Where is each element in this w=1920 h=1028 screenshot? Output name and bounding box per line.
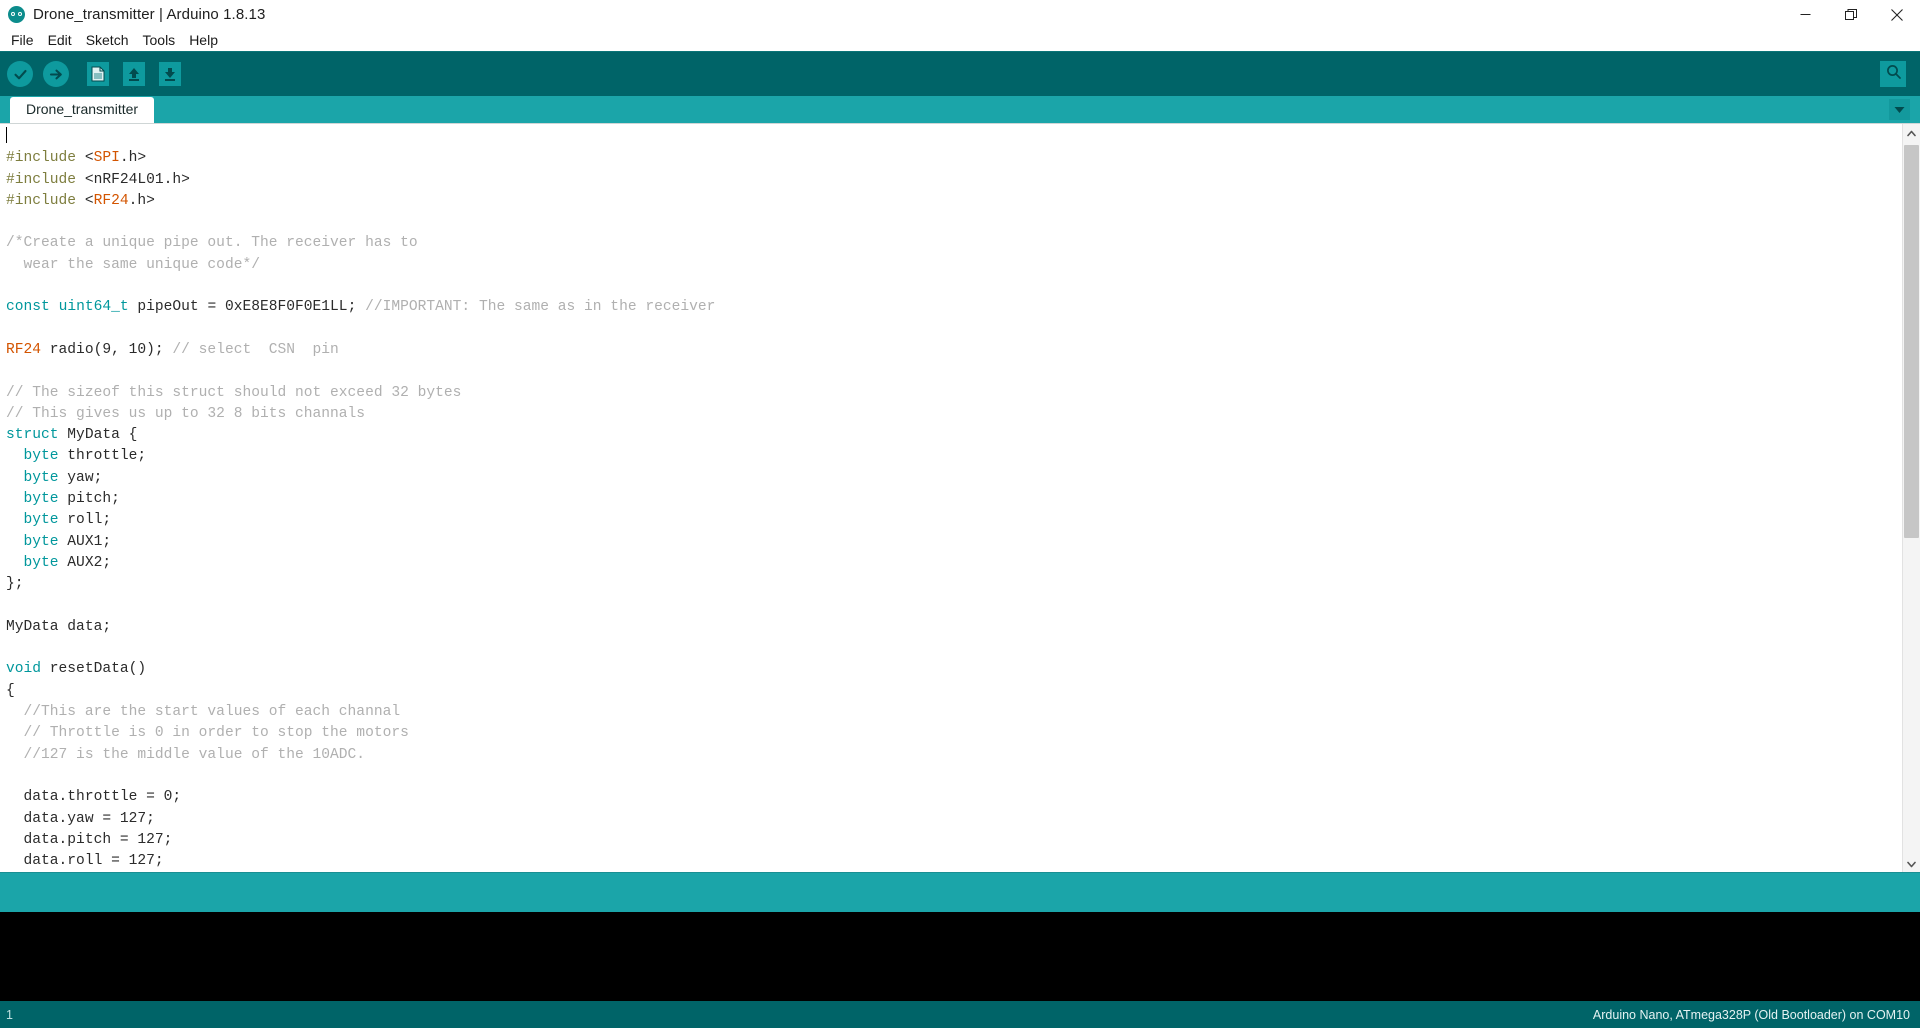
verify-button[interactable]	[5, 59, 35, 89]
menu-bar: File Edit Sketch Tools Help	[0, 29, 1920, 51]
chevron-up-icon	[1907, 124, 1916, 142]
code-line: byte yaw;	[23, 469, 103, 486]
scroll-thumb[interactable]	[1904, 145, 1919, 538]
console-header	[0, 872, 1920, 912]
scroll-up-button[interactable]	[1903, 124, 1920, 141]
magnifier-icon	[1885, 63, 1902, 85]
scroll-track[interactable]	[1903, 141, 1920, 855]
code-line: // The sizeof this struct should not exc…	[6, 384, 462, 401]
cursor-line-number: 1	[6, 1007, 13, 1022]
open-button[interactable]	[119, 59, 149, 89]
upload-button[interactable]	[41, 59, 71, 89]
code-line: wear the same unique code*/	[6, 256, 260, 273]
arrow-right-icon	[43, 61, 69, 87]
toolbar-button-group	[0, 59, 185, 89]
menu-item-help[interactable]: Help	[182, 30, 225, 50]
code-line: const uint64_t pipeOut = 0xE8E8F0F0E1LL;…	[6, 299, 716, 316]
new-document-icon	[87, 62, 109, 86]
arduino-logo-icon	[8, 6, 25, 23]
code-line: byte AUX1;	[23, 533, 112, 550]
code-line: // Throttle is 0 in order to stop the mo…	[6, 725, 409, 742]
chevron-down-icon	[1907, 855, 1916, 873]
code-editor[interactable]: #include <SPI.h> #include <nRF24L01.h> #…	[0, 124, 1902, 872]
code-line: data.yaw = 127;	[6, 810, 155, 827]
window-controls	[1782, 0, 1920, 29]
code-line: data.pitch = 127;	[6, 831, 173, 848]
code-line: struct MyData {	[6, 427, 138, 444]
menu-item-file[interactable]: File	[4, 30, 41, 50]
title-bar: Drone_transmitter | Arduino 1.8.13	[0, 0, 1920, 29]
menu-item-edit[interactable]: Edit	[41, 30, 79, 50]
editor-area: #include <SPI.h> #include <nRF24L01.h> #…	[0, 123, 1920, 872]
tab-menu-button[interactable]	[1889, 99, 1910, 120]
code-line: byte AUX2;	[23, 554, 112, 571]
board-status-label: Arduino Nano, ATmega328P (Old Bootloader…	[1592, 1007, 1910, 1022]
code-line: #include <SPI.h>	[6, 150, 147, 167]
toolbar	[0, 51, 1920, 96]
arrow-up-icon	[123, 62, 145, 86]
status-bar: 1 Arduino Nano, ATmega328P (Old Bootload…	[0, 1001, 1920, 1028]
checkmark-icon	[7, 61, 33, 87]
code-line: byte pitch;	[23, 491, 120, 508]
arduino-ide-window: Drone_transmitter | Arduino 1.8.13 File …	[0, 0, 1920, 1028]
chevron-down-icon	[1894, 101, 1905, 119]
text-caret	[6, 127, 7, 143]
window-title: Drone_transmitter | Arduino 1.8.13	[33, 6, 266, 23]
code-line: // This gives us up to 32 8 bits channal…	[6, 405, 366, 422]
new-button[interactable]	[83, 59, 113, 89]
restore-icon[interactable]	[1828, 0, 1874, 29]
code-line: {	[6, 682, 15, 699]
code-line: #include <nRF24L01.h>	[6, 171, 190, 188]
code-line: };	[6, 576, 24, 593]
code-line: data.roll = 127;	[6, 853, 164, 870]
close-icon[interactable]	[1874, 0, 1920, 29]
code-line: data.throttle = 0;	[6, 789, 182, 806]
code-line: #include <RF24.h>	[6, 192, 155, 209]
code-line: MyData data;	[6, 618, 112, 635]
menu-item-tools[interactable]: Tools	[136, 30, 183, 50]
tab-bar: Drone_transmitter	[0, 96, 1920, 123]
code-line: //This are the start values of each chan…	[6, 704, 401, 721]
serial-monitor-button[interactable]	[1880, 61, 1906, 87]
code-line	[6, 127, 7, 145]
menu-item-sketch[interactable]: Sketch	[79, 30, 136, 50]
scroll-down-button[interactable]	[1903, 855, 1920, 872]
code-line: void resetData()	[6, 661, 147, 678]
save-button[interactable]	[155, 59, 185, 89]
minimize-icon[interactable]	[1782, 0, 1828, 29]
code-line: //127 is the middle value of the 10ADC.	[6, 746, 366, 763]
code-line: /*Create a unique pipe out. The receiver…	[6, 235, 418, 252]
code-line: RF24 radio(9, 10); // select CSN pin	[6, 341, 339, 358]
source-code: #include <SPI.h> #include <nRF24L01.h> #…	[0, 127, 1902, 872]
arrow-down-icon	[159, 62, 181, 86]
tab-drone-transmitter[interactable]: Drone_transmitter	[10, 97, 155, 123]
code-line: byte roll;	[23, 512, 112, 529]
console-output[interactable]	[0, 912, 1920, 1001]
code-line: byte throttle;	[23, 448, 147, 465]
editor-vertical-scrollbar[interactable]	[1902, 124, 1920, 872]
